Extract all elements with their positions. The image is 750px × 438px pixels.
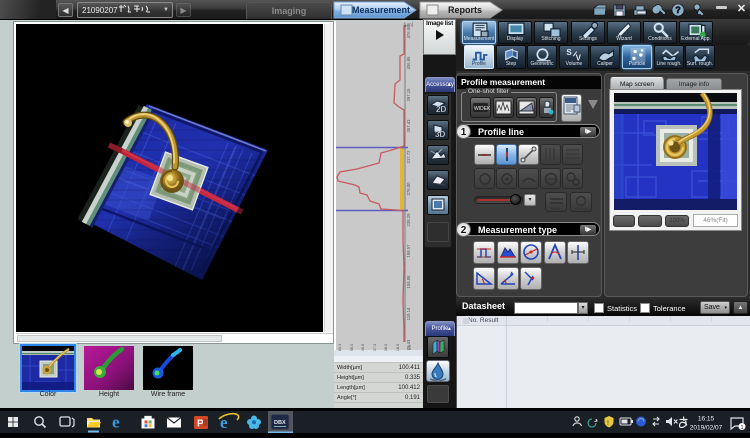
svg-text:1: 1 — [740, 425, 743, 431]
svg-text:S: S — [566, 48, 572, 57]
svg-text:3D: 3D — [435, 130, 445, 139]
svg-text:remove: remove — [575, 206, 591, 211]
svg-text:2D: 2D — [436, 105, 446, 114]
svg-text:16:15: 16:15 — [698, 416, 715, 423]
svg-text:WIDEK: WIDEK — [474, 106, 490, 112]
svg-text:level: level — [551, 206, 560, 211]
svg-text:!: ! — [607, 420, 609, 427]
svg-text:P: P — [197, 419, 204, 430]
svg-text:?: ? — [675, 5, 681, 15]
svg-text:e: e — [112, 413, 120, 432]
svg-text:DBX: DBX — [274, 420, 286, 426]
svg-text:2019/02/07: 2019/02/07 — [690, 425, 723, 432]
